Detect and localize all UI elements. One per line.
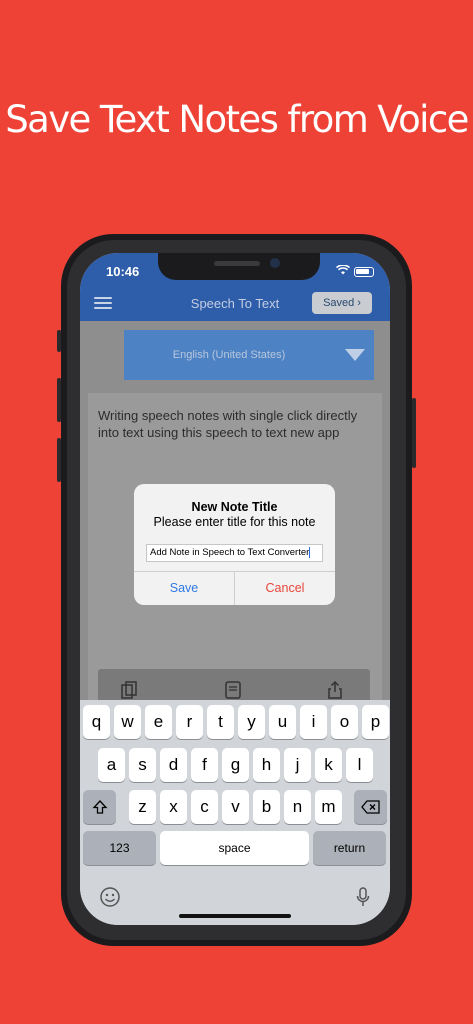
key-t[interactable]: t xyxy=(207,705,234,739)
language-select-value: English (United States) xyxy=(172,349,286,361)
return-key[interactable]: return xyxy=(313,831,386,865)
status-time: 10:46 xyxy=(106,264,140,279)
note-title-input[interactable]: Add Note in Speech to Text Converter xyxy=(146,544,323,562)
key-r[interactable]: r xyxy=(176,705,203,739)
keyboard: qwertyuiop asdfghjkl zxcvbnm 123 space r… xyxy=(80,700,390,925)
chevron-right-icon: › xyxy=(357,297,361,309)
front-camera xyxy=(270,258,280,268)
key-q[interactable]: q xyxy=(83,705,110,739)
dialog-message: Please enter title for this note xyxy=(153,515,316,529)
volume-down-button xyxy=(57,438,61,482)
key-j[interactable]: j xyxy=(284,748,311,782)
key-u[interactable]: u xyxy=(269,705,296,739)
note-title-input-value: Add Note in Speech to Text Converter xyxy=(150,547,310,559)
key-m[interactable]: m xyxy=(315,790,342,824)
screen: 10:46 Speech To Text Saved › English (Un… xyxy=(80,253,390,925)
shift-icon xyxy=(92,800,107,814)
note-text: Writing speech notes with single click d… xyxy=(98,408,358,440)
status-icons xyxy=(335,264,374,278)
key-v[interactable]: v xyxy=(222,790,249,824)
text-cursor xyxy=(309,547,311,558)
main-content: English (United States) Writing speech n… xyxy=(80,321,390,703)
bottom-toolbar xyxy=(98,669,370,701)
key-o[interactable]: o xyxy=(331,705,358,739)
key-n[interactable]: n xyxy=(284,790,311,824)
numbers-key[interactable]: 123 xyxy=(83,831,156,865)
saved-button[interactable]: Saved › xyxy=(312,292,372,314)
key-z[interactable]: z xyxy=(129,790,156,824)
key-s[interactable]: s xyxy=(129,748,156,782)
shift-key[interactable] xyxy=(83,790,116,824)
microphone-icon[interactable] xyxy=(355,886,371,913)
emoji-icon[interactable] xyxy=(99,886,121,913)
backspace-icon xyxy=(360,800,380,814)
key-w[interactable]: w xyxy=(114,705,141,739)
cancel-button[interactable]: Cancel xyxy=(235,571,335,605)
key-g[interactable]: g xyxy=(222,748,249,782)
dialog-title: New Note Title xyxy=(191,500,278,514)
space-key[interactable]: space xyxy=(160,831,309,865)
battery-icon xyxy=(354,266,374,277)
key-h[interactable]: h xyxy=(253,748,280,782)
key-x[interactable]: x xyxy=(160,790,187,824)
power-button xyxy=(412,398,416,468)
mute-switch xyxy=(57,330,61,352)
key-k[interactable]: k xyxy=(315,748,342,782)
delete-key[interactable] xyxy=(354,790,387,824)
notch xyxy=(158,253,320,280)
dropdown-triangle-icon xyxy=(345,349,365,361)
speaker-grille xyxy=(214,261,260,266)
saved-button-label: Saved xyxy=(323,297,355,309)
key-i[interactable]: i xyxy=(300,705,327,739)
key-d[interactable]: d xyxy=(160,748,187,782)
key-l[interactable]: l xyxy=(346,748,373,782)
wifi-icon xyxy=(335,264,351,278)
key-a[interactable]: a xyxy=(98,748,125,782)
save-button[interactable]: Save xyxy=(134,571,234,605)
volume-up-button xyxy=(57,378,61,422)
key-c[interactable]: c xyxy=(191,790,218,824)
new-note-dialog: New Note Title Please enter title for th… xyxy=(134,484,335,605)
headline: Save Text Notes from Voice xyxy=(5,98,469,141)
key-p[interactable]: p xyxy=(362,705,389,739)
language-select[interactable]: English (United States) xyxy=(124,330,374,380)
key-y[interactable]: y xyxy=(238,705,265,739)
key-f[interactable]: f xyxy=(191,748,218,782)
home-indicator xyxy=(179,914,291,918)
key-e[interactable]: e xyxy=(145,705,172,739)
key-b[interactable]: b xyxy=(253,790,280,824)
